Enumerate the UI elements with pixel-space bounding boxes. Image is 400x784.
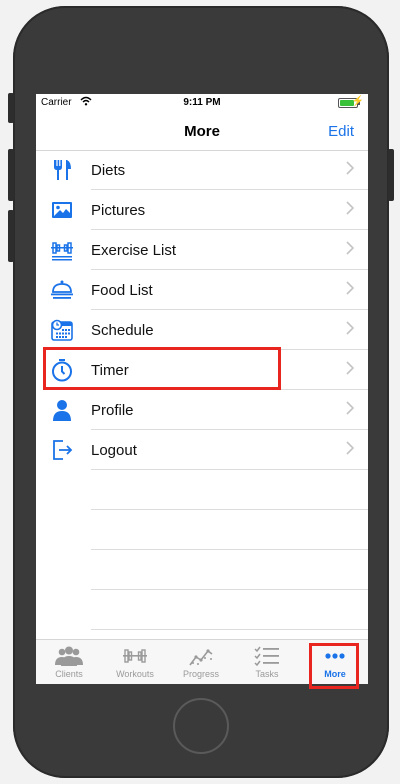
mute-switch: [8, 93, 14, 123]
menu-item-diets[interactable]: Diets: [36, 150, 368, 190]
menu-item-schedule[interactable]: Schedule: [36, 310, 368, 350]
food-cloche-icon: [51, 280, 73, 299]
calendar-clock-icon: [51, 319, 73, 341]
tab-label: Clients: [55, 669, 83, 679]
power-button: [388, 149, 394, 201]
menu-item-label: Logout: [91, 442, 137, 459]
menu-item-label: Profile: [91, 402, 134, 419]
people-icon: [55, 646, 83, 666]
page-title: More: [184, 123, 220, 140]
chevron-right-icon: [346, 361, 354, 375]
home-button[interactable]: [173, 698, 229, 754]
tab-label: Workouts: [116, 669, 154, 679]
menu-item-logout[interactable]: Logout: [36, 430, 368, 470]
menu-item-exercise-list[interactable]: Exercise List: [36, 230, 368, 270]
chevron-right-icon: [346, 321, 354, 335]
status-bar: Carrier 9:11 PM ⚡: [36, 94, 368, 112]
menu-item-label: Schedule: [91, 322, 154, 339]
chevron-right-icon: [346, 161, 354, 175]
status-time: 9:11 PM: [183, 97, 221, 108]
edit-button[interactable]: Edit: [328, 123, 354, 140]
tab-clients[interactable]: Clients: [36, 640, 102, 684]
volume-up-button: [8, 149, 14, 201]
tab-progress[interactable]: Progress: [168, 640, 234, 684]
progress-chart-icon: [189, 649, 213, 666]
chevron-right-icon: [346, 281, 354, 295]
menu-item-label: Exercise List: [91, 242, 177, 259]
empty-row: [36, 470, 368, 510]
menu-item-food-list[interactable]: Food List: [36, 270, 368, 310]
tab-label: Tasks: [255, 669, 279, 679]
row-divider: [91, 629, 368, 630]
empty-row: [36, 550, 368, 590]
person-icon: [53, 400, 71, 421]
timer-highlight-box: [43, 347, 281, 390]
volume-down-button: [8, 210, 14, 262]
picture-icon: [52, 202, 72, 218]
menu-item-profile[interactable]: Profile: [36, 390, 368, 430]
dumbbell-icon: [123, 649, 147, 663]
tasks-icon: [254, 646, 279, 667]
tab-tasks[interactable]: Tasks: [234, 640, 300, 684]
chevron-right-icon: [346, 401, 354, 415]
charging-icon: ⚡: [351, 96, 364, 107]
menu-item-label: Food List: [91, 282, 153, 299]
empty-row: [36, 590, 368, 630]
more-tab-highlight-box: [309, 643, 359, 689]
nav-bar: More Edit: [36, 112, 368, 151]
dumbbell-icon: [51, 242, 73, 261]
chevron-right-icon: [346, 241, 354, 255]
tab-workouts[interactable]: Workouts: [102, 640, 168, 684]
chevron-right-icon: [346, 201, 354, 215]
menu-item-label: Pictures: [91, 202, 146, 219]
menu-item-label: Diets: [91, 162, 126, 179]
chevron-right-icon: [346, 441, 354, 455]
empty-row: [36, 510, 368, 550]
tab-label: Progress: [182, 669, 219, 679]
logout-icon: [53, 440, 73, 460]
menu-item-pictures[interactable]: Pictures: [36, 190, 368, 230]
menu-list: Diets Pictures Exercise List Food List S…: [36, 150, 368, 630]
fork-knife-icon: [54, 160, 71, 180]
